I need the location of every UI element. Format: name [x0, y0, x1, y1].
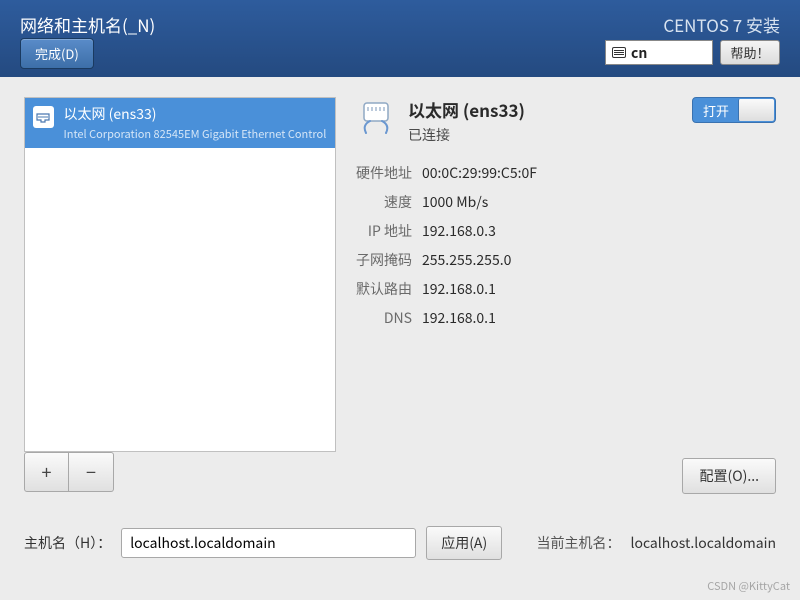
info-value-netmask: 255.255.255.0 [422, 250, 776, 270]
minus-icon: − [86, 459, 96, 485]
keyboard-layout-indicator[interactable]: cn [605, 40, 713, 65]
info-value-speed: 1000 Mb/s [422, 192, 776, 212]
nic-list-item[interactable]: 以太网 (ens33) Intel Corporation 82545EM Gi… [25, 98, 335, 148]
nic-info-grid: 硬件地址 00:0C:29:99:C5:0F 速度 1000 Mb/s IP 地… [356, 163, 776, 328]
configure-button[interactable]: 配置(O)... [682, 458, 776, 494]
info-value-ip: 192.168.0.3 [422, 221, 776, 241]
ethernet-icon [33, 106, 54, 128]
content-area: 以太网 (ens33) Intel Corporation 82545EM Gi… [0, 77, 800, 600]
topbar: 网络和主机名(_N) 完成(D) CENTOS 7 安装 cn 帮助！ [0, 0, 800, 77]
info-value-gateway: 192.168.0.1 [422, 279, 776, 299]
info-label-speed: 速度 [356, 192, 412, 212]
watermark-text: CSDN @KittyCat [707, 578, 790, 594]
installer-title: CENTOS 7 安装 [663, 12, 780, 37]
nic-list[interactable]: 以太网 (ens33) Intel Corporation 82545EM Gi… [24, 97, 336, 452]
nic-detail-title: 以太网 (ens33) [408, 97, 525, 122]
hostname-input[interactable] [121, 528, 416, 558]
switch-on-label: 打开 [693, 101, 729, 120]
remove-nic-button[interactable]: − [69, 452, 114, 492]
nic-header: 以太网 (ens33) 已连接 打开 [356, 97, 776, 145]
nic-list-buttons: + − [24, 452, 114, 492]
info-label-ip: IP 地址 [356, 221, 412, 241]
ethernet-large-icon [356, 97, 396, 137]
current-hostname-label: 当前主机名： [536, 533, 620, 553]
plus-icon: + [42, 459, 52, 485]
info-label-dns: DNS [356, 308, 412, 328]
nic-item-description: Intel Corporation 82545EM Gigabit Ethern… [64, 126, 327, 142]
page-title: 网络和主机名(_N) [20, 12, 155, 37]
nic-switch-wrap: 打开 [692, 97, 776, 123]
keyboard-icon [612, 47, 626, 58]
keyboard-layout-label: cn [631, 43, 647, 63]
info-label-gateway: 默认路由 [356, 279, 412, 299]
nic-toggle-switch[interactable]: 打开 [692, 97, 776, 123]
info-value-hwaddr: 00:0C:29:99:C5:0F [422, 163, 776, 183]
apply-hostname-button[interactable]: 应用(A) [426, 526, 502, 560]
info-label-netmask: 子网掩码 [356, 250, 412, 270]
nic-status: 已连接 [408, 125, 525, 145]
switch-handle [738, 99, 774, 121]
current-hostname-value: localhost.localdomain [630, 533, 776, 553]
hostname-row: 主机名（H）： 应用(A) 当前主机名： localhost.localdoma… [24, 526, 776, 560]
help-button[interactable]: 帮助！ [720, 40, 780, 65]
hostname-label: 主机名（H）： [24, 533, 111, 553]
nic-details-pane: 以太网 (ens33) 已连接 打开 硬件地址 00:0C:29:99:C5:0… [356, 97, 776, 328]
nic-item-name: 以太网 (ens33) [64, 104, 327, 124]
done-button[interactable]: 完成(D) [20, 38, 94, 69]
add-nic-button[interactable]: + [24, 452, 69, 492]
info-value-dns: 192.168.0.1 [422, 308, 776, 328]
info-label-hwaddr: 硬件地址 [356, 163, 412, 183]
